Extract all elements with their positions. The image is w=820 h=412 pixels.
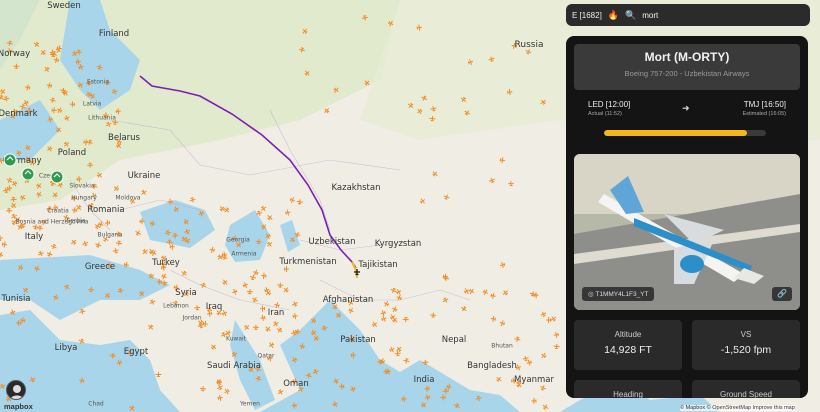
map-label-afghanistan: Afghanistan <box>322 295 374 305</box>
map-pin-icon[interactable] <box>50 170 64 184</box>
stat-value: 14,928 FT <box>604 344 652 356</box>
destination: TMJ [16:50] Estimated (16:05) <box>743 100 786 117</box>
origin: LED [12:00] Actual (11:52) <box>588 100 630 117</box>
flight-detail-panel: Mort (M-ORTY) Boeing 757-200 - Uzbekista… <box>566 36 808 398</box>
flight-callsign: Mort (M-ORTY) <box>644 50 730 64</box>
map-label-saudi-arabia: Saudi Arabia <box>207 361 261 371</box>
photo-credit: ◎ T1MMY4L1F3_YT <box>582 287 655 301</box>
map-label-bosnia: Bosnia and Herzegovina <box>15 218 89 226</box>
map-label-lithuania: Lithuania <box>88 114 116 122</box>
map-label-iraq: Iraq <box>205 302 223 312</box>
stat-label: Ground Speed <box>719 390 773 398</box>
map-label-chad: Chad <box>88 400 104 408</box>
map-label-romania: Romania <box>87 205 125 215</box>
map-label-turkmenistan: Turkmenistan <box>279 257 337 267</box>
map-label-norway: Norway <box>0 49 31 59</box>
map-attribution[interactable]: © Mapbox © OpenStreetMap Improve this ma… <box>680 405 795 411</box>
map-label-jordan: Jordan <box>182 314 202 322</box>
search-icon: 🔍 <box>625 9 637 20</box>
map-label-kuwait: Kuwait <box>225 335 247 343</box>
map-pin-icon[interactable] <box>21 167 35 181</box>
search-tag: E [1682] <box>572 10 602 20</box>
aircraft-type: Boeing 757-200 - Uzbekistan Airways <box>624 69 750 78</box>
stat-heading: Heading <box>574 380 682 398</box>
map-label-bhutan: Bhutan <box>491 342 513 350</box>
map-label-syria: Syria <box>175 288 197 298</box>
map-label-tajikistan: Tajikistan <box>358 260 398 270</box>
map-label-armenia: Armenia <box>231 250 257 258</box>
map-label-denmark: Denmark <box>0 109 38 119</box>
stat-altitude: Altitude 14,928 FT <box>574 320 682 370</box>
map-label-libya: Libya <box>54 343 78 353</box>
flight-header: Mort (M-ORTY) Boeing 757-200 - Uzbekista… <box>574 44 800 90</box>
map-label-italy: Italy <box>24 232 44 242</box>
map-label-yemen: Yemen <box>240 400 260 408</box>
map-label-bulgaria: Bulgaria <box>97 231 123 239</box>
map-label-finland: Finland <box>98 29 130 39</box>
link-icon[interactable]: 🔗 <box>772 287 792 301</box>
map-label-iran: Iran <box>267 308 285 318</box>
map-label-greece: Greece <box>84 262 116 272</box>
destination-code: TMJ [16:50] <box>743 100 786 109</box>
map-label-pakistan: Pakistan <box>340 335 376 345</box>
map-label-croatia: Croatia <box>47 207 69 215</box>
map-label-uzbekistan: Uzbekistan <box>308 237 356 247</box>
map-label-lebanon: Lebanon <box>163 302 189 310</box>
stat-label: Heading <box>613 390 643 398</box>
flight-progress-fill <box>604 130 747 136</box>
map-brand-logo[interactable]: mapbox <box>4 402 33 411</box>
camera-icon: ◎ <box>588 291 594 298</box>
stat-ground-speed: Ground Speed <box>692 380 800 398</box>
route-arrow-icon: ➜ <box>682 103 690 113</box>
search-bar[interactable]: E [1682] 🔥 🔍 mort <box>566 4 810 26</box>
map-label-russia: Russia <box>514 40 544 50</box>
map-label-kyrgyzstan: Kyrgyzstan <box>374 239 422 249</box>
stat-vertical-speed: VS -1,520 fpm <box>692 320 800 370</box>
map-label-ukraine: Ukraine <box>127 171 161 181</box>
fire-icon[interactable]: 🔥 <box>608 10 619 21</box>
destination-time: Estimated (16:05) <box>742 111 786 117</box>
map-label-sweden: Sweden <box>47 1 81 11</box>
map-label-oman: Oman <box>283 379 309 389</box>
map-label-latvia: Latvia <box>82 100 102 108</box>
map-label-nepal: Nepal <box>441 335 467 345</box>
stat-value: -1,520 fpm <box>720 344 772 356</box>
map-label-estonia: Estonia <box>86 78 110 86</box>
map-label-myanmar: Myanmar <box>514 375 554 385</box>
user-avatar[interactable] <box>6 380 26 400</box>
map-label-india: India <box>413 375 435 385</box>
map-label-qatar: Qatar <box>257 352 275 360</box>
map-label-egypt: Egypt <box>123 347 149 357</box>
map-label-slovakia: Slovakia <box>69 182 95 190</box>
origin-time: Actual (11:52) <box>588 111 622 117</box>
map-label-hungary: Hungary <box>71 194 97 202</box>
map-label-turkey: Turkey <box>152 258 180 268</box>
map-label-kazakhstan: Kazakhstan <box>331 183 381 193</box>
map-pin-icon[interactable] <box>3 153 17 167</box>
map-label-belarus: Belarus <box>108 133 140 143</box>
map-label-bangladesh: Bangladesh <box>467 361 517 371</box>
map-label-moldova: Moldova <box>115 194 141 202</box>
stat-label: Altitude <box>614 330 642 339</box>
search-input[interactable]: mort <box>642 11 658 20</box>
stat-label: VS <box>740 330 752 339</box>
location-pins <box>3 153 64 184</box>
flight-progress-bar <box>604 130 766 136</box>
origin-code: LED [12:00] <box>588 100 631 109</box>
map-label-tunisia: Tunisia <box>1 294 31 304</box>
map-label-georgia: Georgia <box>226 236 250 244</box>
photo-credit-text: T1MMY4L1F3_YT <box>595 291 649 298</box>
